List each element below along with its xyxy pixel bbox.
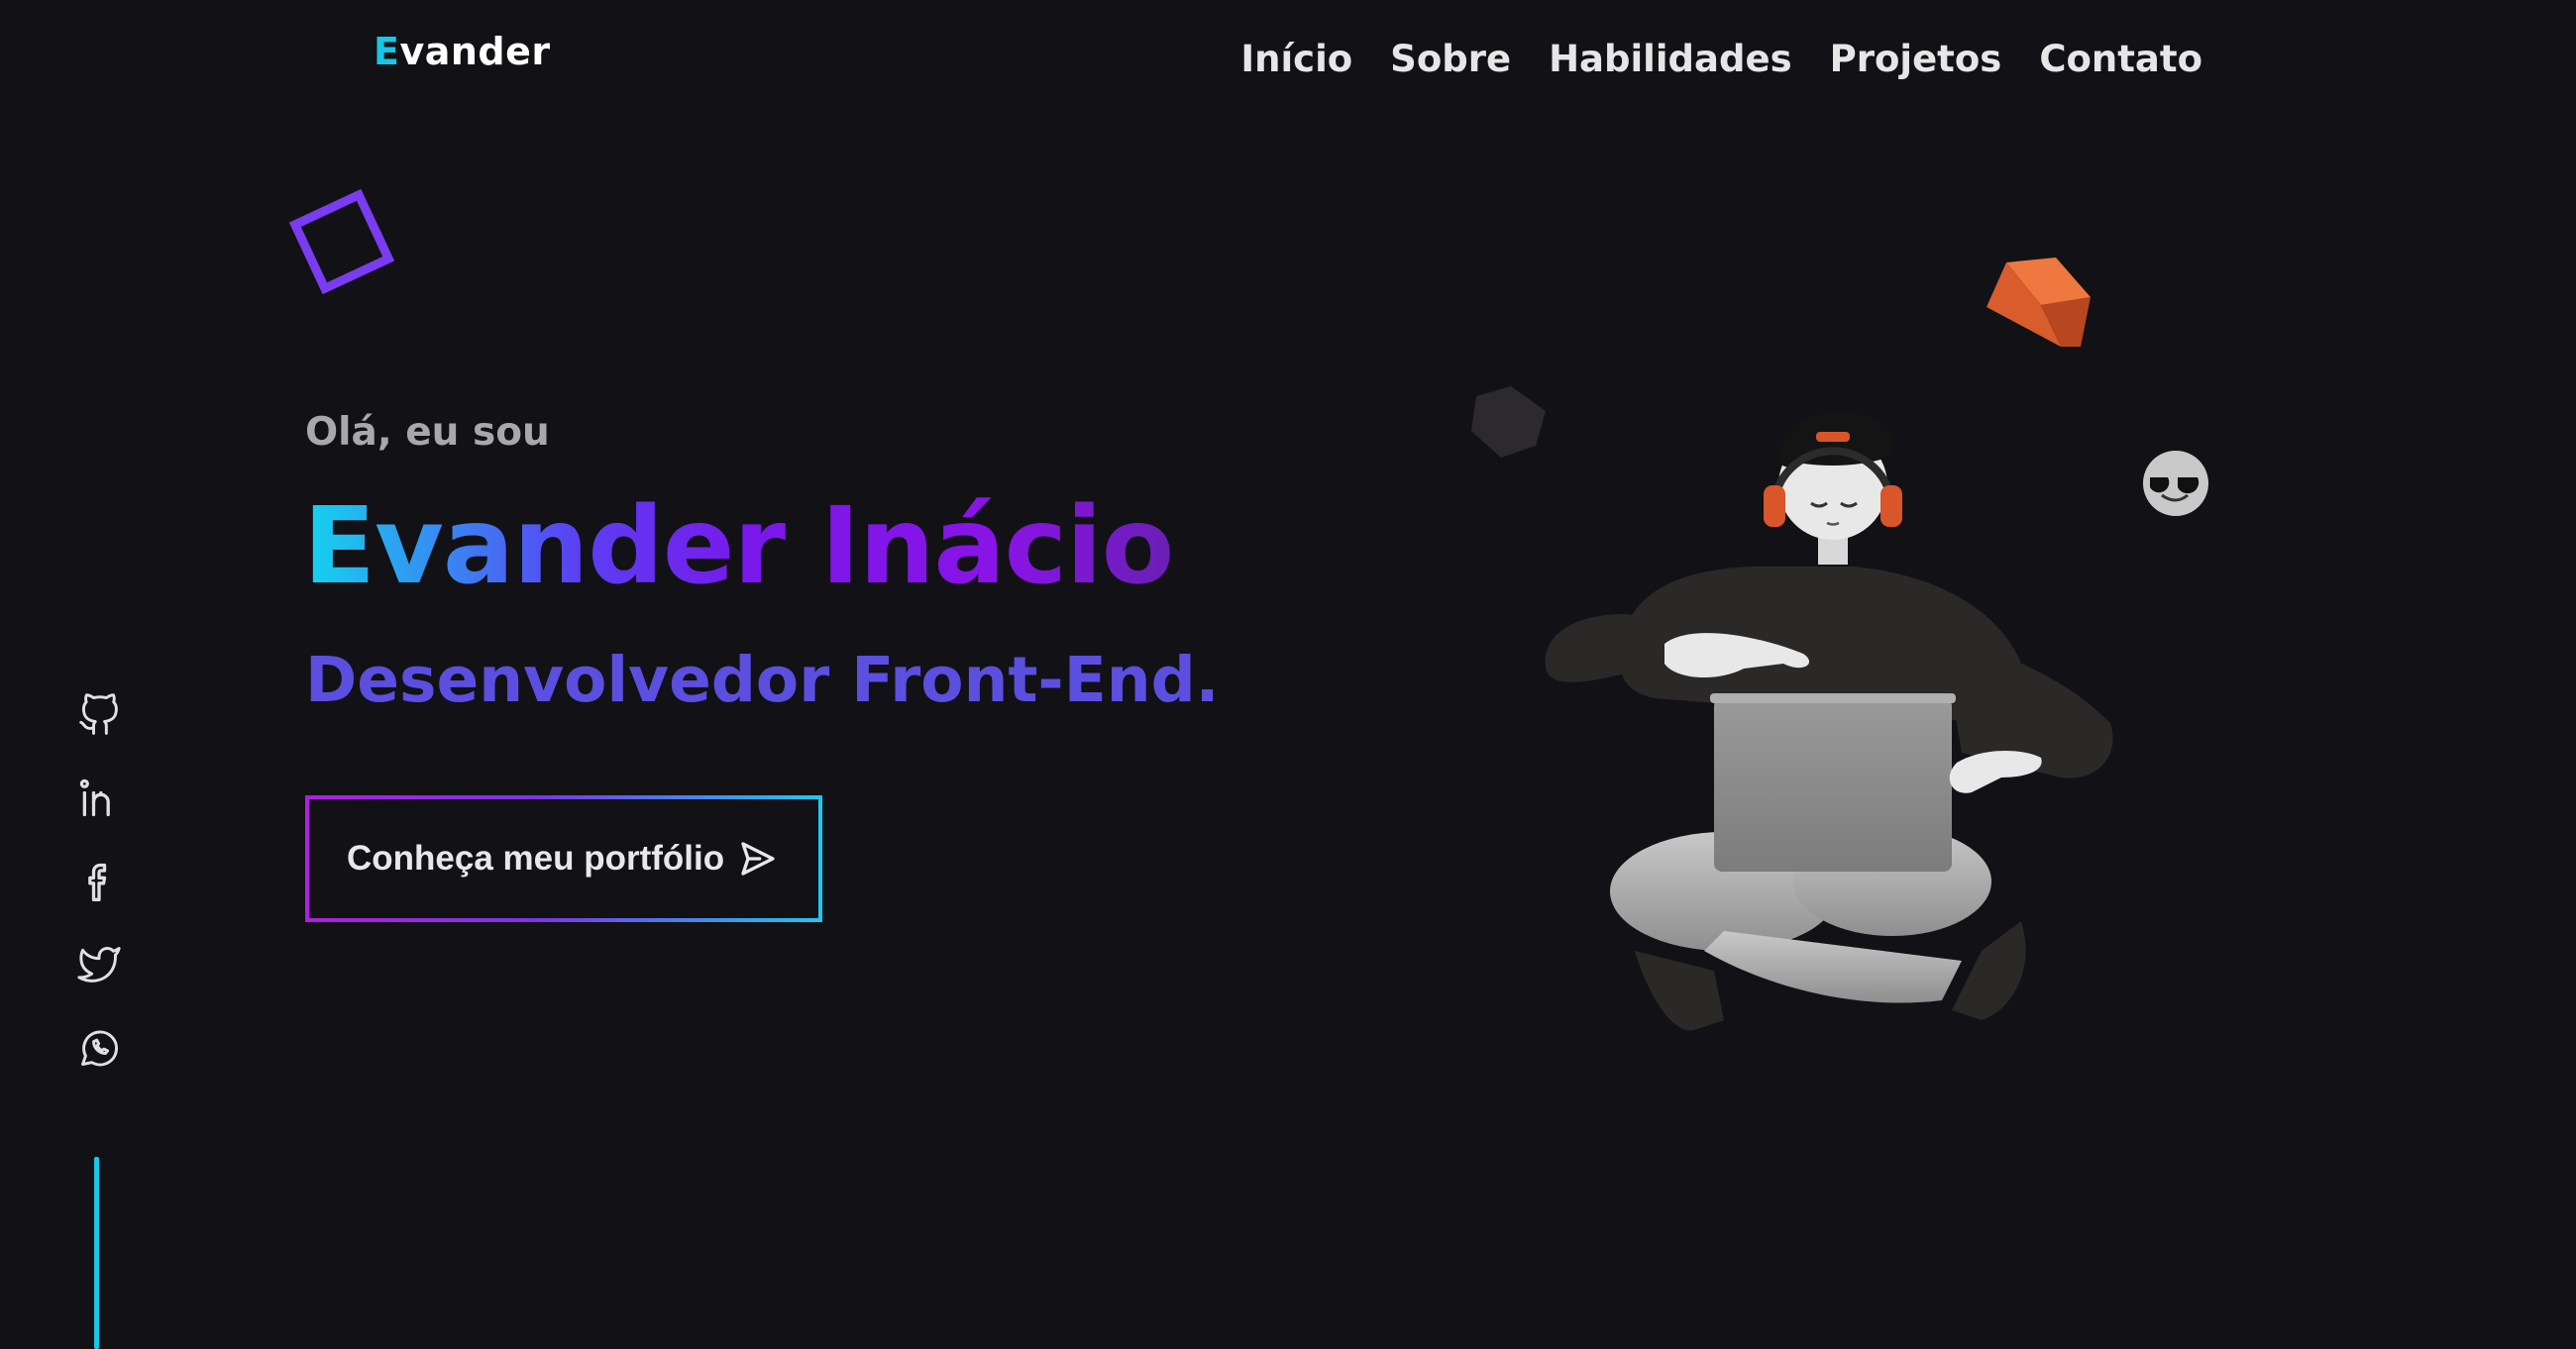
hero-role: Desenvolvedor Front-End. [305, 644, 1220, 716]
facebook-link[interactable] [75, 860, 123, 903]
linkedin-link[interactable] [75, 777, 123, 820]
page: Evander Início Sobre Habilidades Projeto… [0, 0, 2576, 1349]
social-divider-line [94, 1157, 99, 1349]
logo[interactable]: Evander [374, 30, 551, 73]
portfolio-button-label: Conheça meu portfólio [347, 839, 725, 878]
hero-name: Evander Inácio [303, 482, 1174, 611]
linkedin-icon [79, 778, 110, 817]
hero-greeting: Olá, eu sou [305, 410, 550, 455]
facebook-icon [88, 863, 107, 901]
nav-link-sobre[interactable]: Sobre [1390, 34, 1511, 85]
nav-link-inicio[interactable]: Início [1240, 34, 1352, 85]
sunglasses-emoji [2143, 451, 2208, 516]
orange-cube [1986, 258, 2091, 347]
portfolio-button[interactable]: Conheça meu portfólio [305, 795, 822, 922]
send-icon [741, 842, 775, 876]
github-icon [79, 693, 118, 735]
twitter-link[interactable] [75, 943, 123, 986]
whatsapp-link[interactable] [75, 1026, 123, 1070]
main-nav: Início Sobre Habilidades Projetos Contat… [1240, 34, 2202, 85]
nav-link-habilidades[interactable]: Habilidades [1549, 34, 1792, 85]
dark-cube [1471, 386, 1546, 458]
nav-link-projetos[interactable]: Projetos [1830, 34, 2002, 85]
logo-rest: vander [399, 30, 551, 73]
hero-illustration [1471, 258, 2208, 1031]
github-link[interactable] [75, 693, 123, 737]
logo-first-letter: E [374, 30, 400, 73]
twitter-icon [77, 947, 121, 983]
social-links [75, 693, 123, 1070]
whatsapp-icon [81, 1030, 119, 1067]
decorative-square [288, 188, 395, 295]
nav-link-contato[interactable]: Contato [2039, 34, 2202, 85]
